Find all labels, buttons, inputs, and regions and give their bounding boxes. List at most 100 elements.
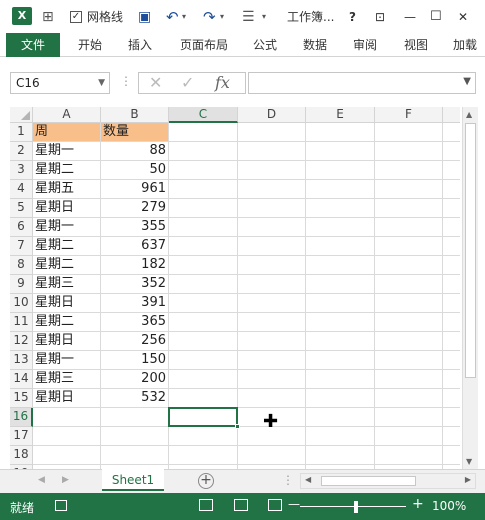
tab-data[interactable]: 数据 (303, 33, 327, 57)
table-cell[interactable] (443, 161, 460, 180)
table-cell[interactable] (375, 275, 443, 294)
customize-qat-dropdown-icon[interactable]: ▾ (262, 8, 266, 26)
table-cell[interactable] (443, 446, 460, 465)
expand-formula-icon[interactable]: ▼ (463, 76, 471, 87)
table-cell[interactable] (306, 123, 375, 142)
row-header[interactable]: 17 (10, 427, 33, 446)
table-cell[interactable]: 星期五 (33, 180, 101, 199)
tab-formulas[interactable]: 公式 (253, 33, 277, 57)
table-cell[interactable] (375, 408, 443, 427)
table-cell[interactable] (306, 218, 375, 237)
insert-function-icon[interactable]: fx (215, 73, 230, 92)
scroll-left-icon[interactable]: ◀ (305, 475, 311, 484)
table-cell[interactable]: 星期二 (33, 256, 101, 275)
table-cell[interactable]: 352 (101, 275, 169, 294)
row-header[interactable]: 5 (10, 199, 33, 218)
table-cell[interactable] (169, 275, 238, 294)
row-header[interactable]: 13 (10, 351, 33, 370)
table-cell[interactable] (375, 218, 443, 237)
table-cell[interactable] (443, 123, 460, 142)
table-cell[interactable]: 355 (101, 218, 169, 237)
table-cell[interactable]: 279 (101, 199, 169, 218)
table-cell[interactable] (238, 446, 306, 465)
table-cell[interactable] (306, 161, 375, 180)
formula-input[interactable]: ▼ (248, 72, 476, 94)
table-cell[interactable] (375, 161, 443, 180)
table-cell[interactable] (375, 294, 443, 313)
table-cell[interactable]: 391 (101, 294, 169, 313)
table-cell[interactable] (238, 199, 306, 218)
table-cell[interactable] (375, 313, 443, 332)
table-cell[interactable] (169, 142, 238, 161)
chevron-down-icon[interactable]: ▼ (98, 73, 105, 93)
table-cell[interactable] (443, 142, 460, 161)
table-cell[interactable] (443, 294, 460, 313)
row-header[interactable]: 4 (10, 180, 33, 199)
table-cell[interactable]: 961 (101, 180, 169, 199)
table-cell[interactable] (443, 351, 460, 370)
table-cell[interactable] (375, 142, 443, 161)
row-header[interactable]: 14 (10, 370, 33, 389)
table-cell[interactable] (169, 408, 238, 427)
table-cell[interactable] (306, 351, 375, 370)
redo-icon[interactable]: ↷ (203, 8, 216, 26)
table-cell[interactable] (238, 351, 306, 370)
cancel-icon[interactable]: ✕ (149, 73, 162, 92)
table-cell[interactable] (169, 389, 238, 408)
table-cell[interactable] (375, 427, 443, 446)
table-cell[interactable] (33, 408, 101, 427)
page-layout-view-icon[interactable] (234, 499, 248, 511)
table-cell[interactable] (306, 180, 375, 199)
table-cell[interactable] (306, 199, 375, 218)
table-cell[interactable]: 星期三 (33, 275, 101, 294)
table-cell[interactable] (169, 161, 238, 180)
row-header[interactable]: 3 (10, 161, 33, 180)
name-box[interactable]: C16 ▼ (10, 72, 110, 94)
table-cell[interactable] (238, 313, 306, 332)
row-header[interactable]: 6 (10, 218, 33, 237)
ribbon-display-options-icon[interactable]: ⊡ (375, 8, 385, 26)
header-cell[interactable]: 周 (33, 123, 101, 142)
table-cell[interactable] (238, 275, 306, 294)
redo-dropdown-icon[interactable]: ▾ (220, 8, 224, 26)
zoom-out-button[interactable]: — (288, 497, 300, 511)
row-header[interactable]: 8 (10, 256, 33, 275)
more-options-icon[interactable]: ⋮ (120, 74, 132, 88)
zoom-level[interactable]: 100% (432, 499, 466, 513)
table-cell[interactable] (169, 237, 238, 256)
table-cell[interactable] (443, 427, 460, 446)
table-cell[interactable] (375, 237, 443, 256)
table-cell[interactable] (238, 294, 306, 313)
table-cell[interactable] (306, 370, 375, 389)
table-cell[interactable]: 星期一 (33, 218, 101, 237)
tab-page-layout[interactable]: 页面布局 (180, 33, 228, 57)
table-cell[interactable] (306, 275, 375, 294)
select-all-button[interactable] (10, 107, 33, 123)
worksheet-grid[interactable]: ABCDEF 1 周数量 2 星期一 88 3 星期二 50 4 星期五 961 5 星期日 279 6 星期… (10, 107, 460, 469)
table-cell[interactable] (443, 180, 460, 199)
table-cell[interactable] (169, 218, 238, 237)
row-header[interactable]: 18 (10, 446, 33, 465)
table-cell[interactable] (238, 218, 306, 237)
next-sheet-icon[interactable]: ▶ (62, 475, 69, 485)
scroll-right-icon[interactable]: ▶ (465, 475, 471, 484)
table-cell[interactable] (306, 427, 375, 446)
table-cell[interactable]: 182 (101, 256, 169, 275)
table-cell[interactable]: 365 (101, 313, 169, 332)
table-cell[interactable] (375, 351, 443, 370)
tab-view[interactable]: 视图 (404, 33, 428, 57)
table-cell[interactable] (33, 446, 101, 465)
table-cell[interactable] (101, 446, 169, 465)
row-header[interactable]: 1 (10, 123, 33, 142)
table-cell[interactable] (169, 351, 238, 370)
table-cell[interactable] (443, 408, 460, 427)
column-header[interactable]: D (238, 107, 306, 123)
column-header[interactable]: A (33, 107, 101, 123)
table-cell[interactable] (169, 123, 238, 142)
table-cell[interactable]: 150 (101, 351, 169, 370)
table-cell[interactable] (306, 446, 375, 465)
table-cell[interactable] (169, 256, 238, 275)
column-header[interactable]: F (375, 107, 443, 123)
tab-home[interactable]: 开始 (78, 33, 102, 57)
horizontal-scrollbar[interactable]: ◀ ▶ (300, 473, 476, 489)
